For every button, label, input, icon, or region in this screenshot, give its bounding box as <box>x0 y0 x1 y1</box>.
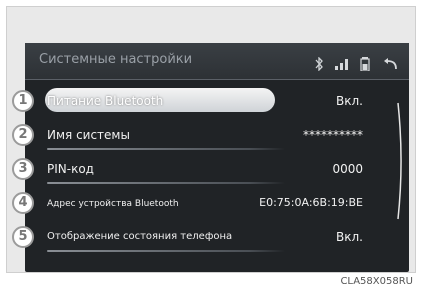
callout-number: 1 <box>12 90 34 112</box>
callout-number: 2 <box>12 124 34 146</box>
setting-value: 0000 <box>332 162 363 176</box>
setting-value: Вкл. <box>336 94 363 108</box>
setting-row-bluetooth-power[interactable]: 1 Питание Bluetooth Вкл. <box>12 85 385 119</box>
row-underline <box>47 250 285 252</box>
battery-icon <box>360 56 370 71</box>
settings-list: 1 Питание Bluetooth Вкл. 2 Имя системы *… <box>12 79 409 272</box>
bluetooth-icon <box>314 56 324 71</box>
setting-label: Имя системы <box>47 128 130 142</box>
setting-label: Отображение состояния телефона <box>47 231 233 242</box>
back-icon[interactable] <box>381 57 399 71</box>
row-underline <box>47 148 285 150</box>
setting-row-pin-code[interactable]: 3 PIN-код 0000 <box>12 153 385 187</box>
callout-number: 4 <box>12 192 34 214</box>
scrollbar[interactable] <box>397 101 403 221</box>
status-icons <box>308 53 399 71</box>
setting-row-system-name[interactable]: 2 Имя системы ********** <box>12 119 385 153</box>
header-bar: Системные настройки <box>25 43 409 80</box>
setting-label: Адрес устройства Bluetooth <box>47 199 179 209</box>
illustration-frame: Системные настройки 1 Питание Bluetooth … <box>6 6 416 273</box>
setting-label: Питание Bluetooth <box>47 94 164 108</box>
signal-icon <box>334 58 349 70</box>
display-screen: Системные настройки 1 Питание Bluetooth … <box>12 43 409 272</box>
setting-value: ********** <box>303 128 363 142</box>
page-title: Системные настройки <box>39 52 193 67</box>
setting-row-device-address: 4 Адрес устройства Bluetooth E0:75:0A:6B… <box>12 187 385 221</box>
callout-number: 5 <box>12 226 34 248</box>
setting-value: E0:75:0A:6B:19:BE <box>259 196 363 209</box>
callout-number: 3 <box>12 158 34 180</box>
setting-value: Вкл. <box>336 230 363 244</box>
setting-row-phone-status-display[interactable]: 5 Отображение состояния телефона Вкл. <box>12 221 385 255</box>
setting-label: PIN-код <box>47 162 94 176</box>
figure-code: CLA58X058RU <box>340 276 413 287</box>
row-underline <box>47 182 285 184</box>
